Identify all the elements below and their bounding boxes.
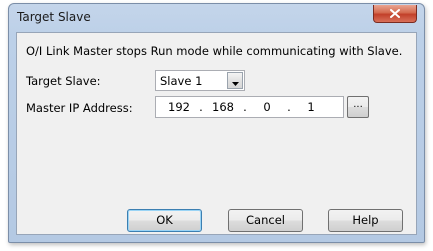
ip-octet-3[interactable]: 0: [252, 100, 282, 114]
cancel-button[interactable]: Cancel: [228, 209, 303, 232]
close-button[interactable]: [373, 5, 417, 23]
chevron-down-icon: [231, 71, 239, 90]
dropdown-button[interactable]: [227, 72, 243, 89]
ip-octet-2[interactable]: 168: [208, 100, 238, 114]
target-slave-dropdown[interactable]: Slave 1: [155, 70, 245, 91]
ok-button[interactable]: OK: [127, 209, 202, 232]
master-ip-label: Master IP Address:: [26, 101, 133, 115]
ip-separator: .: [287, 100, 291, 114]
ip-octet-4[interactable]: 1: [296, 100, 326, 114]
dialog-title: Target Slave: [17, 10, 91, 24]
target-slave-label: Target Slave:: [26, 74, 101, 88]
ip-octet-1[interactable]: 192: [164, 100, 194, 114]
help-button[interactable]: Help: [328, 209, 403, 232]
target-slave-value: Slave 1: [160, 74, 203, 88]
dialog-body: O/I Link Master stops Run mode while com…: [16, 32, 417, 235]
ip-separator: .: [243, 100, 247, 114]
title-bar[interactable]: Target Slave: [9, 4, 424, 32]
close-icon: [390, 9, 400, 18]
master-ip-field[interactable]: 192 . 168 . 0 . 1: [155, 96, 344, 118]
browse-button[interactable]: ...: [347, 96, 369, 118]
dialog-window: Target Slave O/I Link Master stops Run m…: [8, 3, 425, 243]
ip-separator: .: [199, 100, 203, 114]
info-message: O/I Link Master stops Run mode while com…: [26, 44, 403, 58]
